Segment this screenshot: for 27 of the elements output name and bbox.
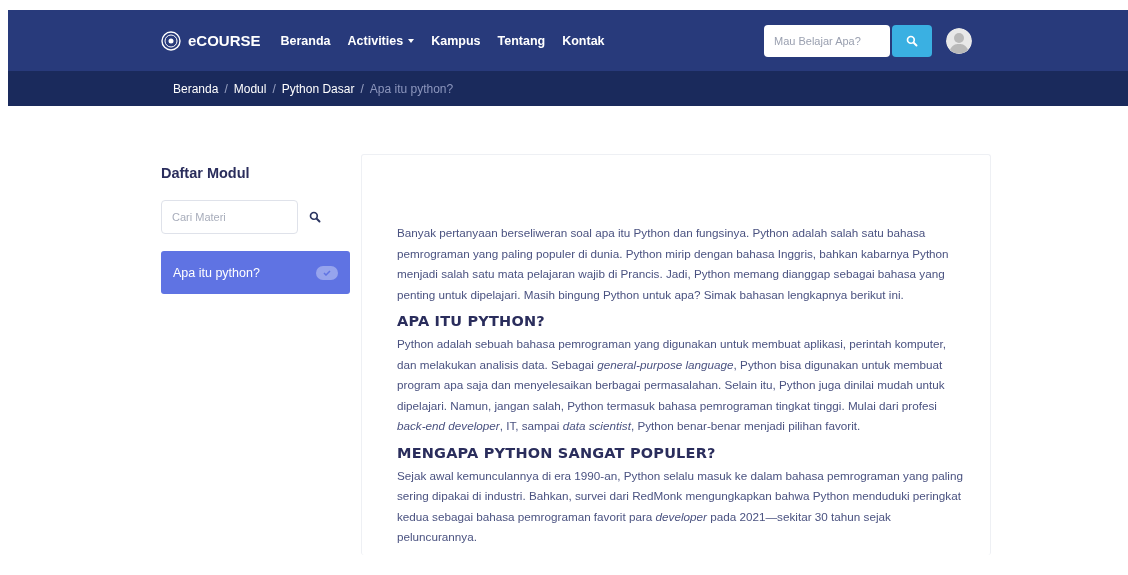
brand-name[interactable]: eCOURSE [188, 32, 261, 49]
breadcrumb-link[interactable]: Python Dasar [281, 81, 355, 96]
nav-dropdown[interactable]: Activities [347, 33, 415, 48]
search-field[interactable]: Mau Belajar Apa? [764, 24, 890, 57]
breadcrumb-link[interactable]: Beranda [173, 81, 219, 96]
search-field[interactable]: Cari Materi [161, 200, 298, 234]
section-heading: APA ITU PYTHON? [397, 313, 546, 329]
paragraph: Sejak awal kemunculannya di era 1990-an, Python selalu masuk ke dalam bahasa pemrograman yang paling sering dipakai di industri. Bahkan, survei dari RedMonk mengungkapkan bahwa Python menduduki peringkat kedua sebagai bahasa pemrograman favorit para developer pada 2021—sekitar 30 tahun sejak peluncurannya. [397, 467, 964, 545]
paragraph: Banyak pertanyaan berseliweran soal apa itu Python dan fungsinya. Python adalah salah satu bahasa pemrograman yang paling populer di dunia. Python mirip dengan bahasa Inggris, bahkan kabarnya Python menjadi salah satu mata pelajaran wajib di Prancis. Jadi, Python memang dianggap sebagai bahasa yang penting untuk dipelajari. Masih bingung Python untuk apa? Simak bahasan lengkapnya berikut ini. [397, 225, 950, 303]
nav-link[interactable]: Beranda [280, 33, 331, 48]
sidebar-title: Daftar Modul [161, 165, 251, 181]
breadcrumb-current: Apa itu python? [369, 81, 454, 96]
breadcrumb-separator: / [224, 81, 228, 96]
nav-link[interactable]: Kontak [562, 33, 605, 48]
avatar-icon[interactable] [946, 27, 972, 54]
module-item[interactable]: Apa itu python? [161, 251, 350, 294]
nav-link[interactable]: Kampus [431, 33, 481, 48]
breadcrumb-separator: / [272, 81, 276, 96]
nav-link[interactable]: Tentang [497, 33, 546, 48]
search-button[interactable] [892, 24, 932, 57]
logo-icon [161, 30, 181, 51]
search-icon[interactable] [309, 211, 321, 223]
breadcrumb-link[interactable]: Modul [233, 81, 267, 96]
section-heading: MENGAPA PYTHON SANGAT POPULER? [397, 444, 717, 461]
paragraph: Python adalah sebuah bahasa pemrograman yang digunakan untuk membuat aplikasi, perintah komputer, dan melakukan analisis data. Sebagai general-purpose language, Python bisa digunakan untuk membuat program apa saja dan menyelesaikan berbagai permasalahan. Selain itu, Python juga dinilai mudah untuk dipelajari. Namun, jangan salah, Python termasuk bahasa pemrograman tingkat tinggi. Mulai dari profesi back-end developer, IT, sampai data scientist, Python benar-benar menjadi pilihan favorit. [397, 336, 948, 434]
breadcrumb-separator: / [360, 81, 364, 96]
search-icon [906, 34, 918, 47]
